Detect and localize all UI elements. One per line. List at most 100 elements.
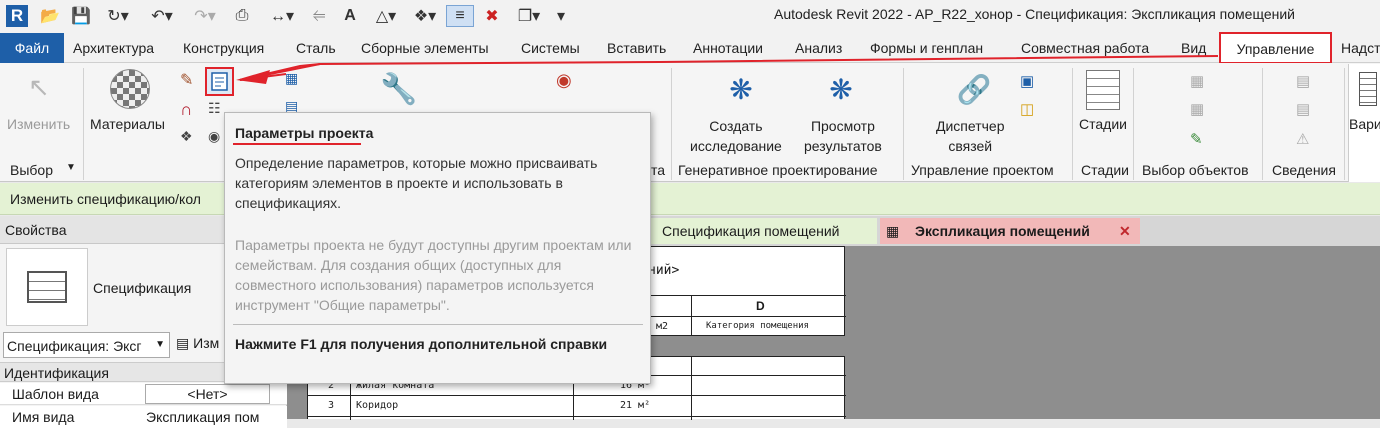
dimension-icon[interactable]: ⥢ <box>306 5 332 27</box>
schedule-icon <box>27 271 67 303</box>
context-tab-label[interactable]: Изменить спецификацию/кол <box>10 191 201 207</box>
wrench-icon[interactable]: 🔧 <box>380 72 417 106</box>
tab-file[interactable]: Файл <box>0 33 64 63</box>
text-icon[interactable]: A <box>338 5 362 27</box>
panel-divider <box>1133 68 1134 180</box>
explore-outcomes-icon[interactable]: ❋ <box>822 70 860 110</box>
room-area[interactable]: 21 м² <box>620 400 650 411</box>
section-icon[interactable]: ❖▾ <box>410 5 440 27</box>
phases-button[interactable]: Стадии <box>1079 116 1127 132</box>
create-study-button[interactable]: Создать исследование <box>690 116 782 156</box>
project-units-icon[interactable]: ▦ <box>285 70 307 92</box>
thin-lines-icon[interactable]: ≡ <box>446 5 474 27</box>
starting-view-icon[interactable]: ◫ <box>1020 100 1042 122</box>
materials-sphere-icon[interactable] <box>110 69 150 109</box>
edit-selection-icon[interactable]: ✎ <box>1190 130 1212 152</box>
manage-links-label-line1: Диспетчер <box>936 118 1005 134</box>
modify-button[interactable]: Изменить <box>7 116 70 132</box>
tab-systems[interactable]: Системы <box>521 33 580 63</box>
customize-qat-icon[interactable]: ▾ <box>552 5 570 27</box>
project-parameters-icon[interactable] <box>205 67 234 96</box>
tooltip-title: Параметры проекта <box>235 125 374 141</box>
manage-images-icon[interactable]: ▣ <box>1020 72 1042 94</box>
phases-icon[interactable] <box>1086 70 1120 110</box>
redo-icon[interactable]: ↷▾ <box>186 5 224 27</box>
tab-addins[interactable]: Надст <box>1341 33 1380 63</box>
property-name: Шаблон вида <box>12 386 99 402</box>
tooltip-note: Параметры проекта не будут доступны друг… <box>235 237 632 313</box>
warnings-icon[interactable]: ⚠ <box>1296 130 1318 152</box>
tab-collaborate[interactable]: Совместная работа <box>1021 33 1149 63</box>
schedule-tab-icon: ▦ <box>886 223 900 239</box>
explore-outcomes-label-line2: результатов <box>804 138 882 154</box>
close-hidden-icon[interactable]: ✖ <box>480 5 504 27</box>
create-study-icon[interactable]: ❋ <box>722 70 760 110</box>
grid-line <box>691 357 692 420</box>
switch-windows-icon[interactable]: ❐▾ <box>510 5 548 27</box>
tab-structure[interactable]: Конструкция <box>183 33 264 63</box>
panel-divider <box>671 68 672 180</box>
view-template-button[interactable]: <Нет> <box>145 384 270 404</box>
close-icon[interactable]: ✕ <box>1119 218 1131 244</box>
design-options-icon <box>1359 72 1377 106</box>
property-row: Имя вида Экспликация пом <box>0 406 287 428</box>
view-name-field[interactable]: Экспликация пом <box>146 409 272 425</box>
tab-steel[interactable]: Сталь <box>296 33 336 63</box>
modify-cursor-icon[interactable]: ↖ <box>28 72 54 104</box>
undo-icon[interactable]: ↶▾ <box>142 5 182 27</box>
tab-architecture[interactable]: Архитектура <box>73 33 154 63</box>
row-number[interactable]: 3 <box>328 400 334 411</box>
snaps-icon[interactable]: ∩ <box>180 100 202 122</box>
tab-insert[interactable]: Вставить <box>607 33 666 63</box>
save-icon[interactable]: 💾 <box>70 5 92 27</box>
explore-outcomes-button[interactable]: Просмотр результатов <box>804 116 882 156</box>
manage-links-icon[interactable]: 🔗 <box>956 70 992 110</box>
unit-header: м2 <box>656 321 669 332</box>
load-selection-icon[interactable]: ▦ <box>1190 100 1212 122</box>
type-preview <box>6 248 88 326</box>
select-group-label[interactable]: Выбор <box>10 162 53 178</box>
sync-icon[interactable]: ↻▾ <box>100 5 136 27</box>
tab-view[interactable]: Вид <box>1181 33 1206 63</box>
3d-view-icon[interactable]: △▾ <box>368 5 404 27</box>
ribbon-tabs: Файл Архитектура Конструкция Сталь Сборн… <box>0 32 1380 64</box>
revit-logo-icon[interactable]: R <box>6 5 28 27</box>
tab-manage[interactable]: Управление <box>1219 32 1332 64</box>
design-options-panel[interactable]: Вари <box>1348 64 1380 182</box>
design-options-label: Вари <box>1349 116 1380 132</box>
save-selection-icon[interactable]: ▦ <box>1190 72 1212 94</box>
tab-precast[interactable]: Сборные элементы <box>361 33 489 63</box>
location-icon[interactable]: ◉ <box>556 70 578 92</box>
tab-massing-site[interactable]: Формы и генплан <box>870 33 983 63</box>
materials-button[interactable]: Материалы <box>90 116 165 132</box>
tab-room-schedule[interactable]: Спецификация помещений <box>647 218 877 244</box>
tab-analyze[interactable]: Анализ <box>795 33 842 63</box>
panel-divider <box>1262 68 1263 180</box>
ids-of-selection-icon[interactable]: ▤ <box>1296 72 1318 94</box>
print-icon[interactable]: ⎙ <box>230 5 254 27</box>
manage-links-label-line2: связей <box>948 138 993 154</box>
open-icon[interactable]: 📂 <box>38 5 62 27</box>
object-styles-icon[interactable]: ✎ <box>180 70 202 92</box>
tab-annotate[interactable]: Аннотации <box>693 33 763 63</box>
chevron-down-icon[interactable]: ▼ <box>66 162 76 173</box>
annotation-underline <box>233 143 361 145</box>
chevron-down-icon: ▼ <box>155 339 165 350</box>
grid-line <box>308 416 846 417</box>
properties-title: Свойства <box>5 222 67 238</box>
type-name: Спецификация <box>93 280 192 296</box>
edit-type-button[interactable]: ▤ Изм <box>176 335 219 352</box>
title-bar: R 📂 💾 ↻▾ ↶▾ ↷▾ ⎙ ↔▾ ⥢ A △▾ ❖▾ ≡ ✖ ❐▾ ▾ A… <box>0 0 1380 33</box>
type-selector[interactable]: Спецификация: Эксг ▼ <box>3 332 170 358</box>
edit-type-icon: ▤ <box>176 335 190 351</box>
global-parameters-icon[interactable]: ❖ <box>180 128 202 150</box>
manage-links-button[interactable]: Диспетчер связей <box>936 116 1004 156</box>
explore-outcomes-label-line1: Просмотр <box>810 118 875 134</box>
measure-icon[interactable]: ↔▾ <box>262 5 302 27</box>
room-name[interactable]: Коридор <box>356 400 398 411</box>
column-d-header[interactable]: D <box>756 299 765 313</box>
select-by-id-icon[interactable]: ▤ <box>1296 100 1318 122</box>
tab-room-explication[interactable]: ▦ Экспликация помещений ✕ <box>880 218 1140 244</box>
panel-divider <box>83 68 84 180</box>
property-row: Шаблон вида <Нет> <box>0 383 287 405</box>
